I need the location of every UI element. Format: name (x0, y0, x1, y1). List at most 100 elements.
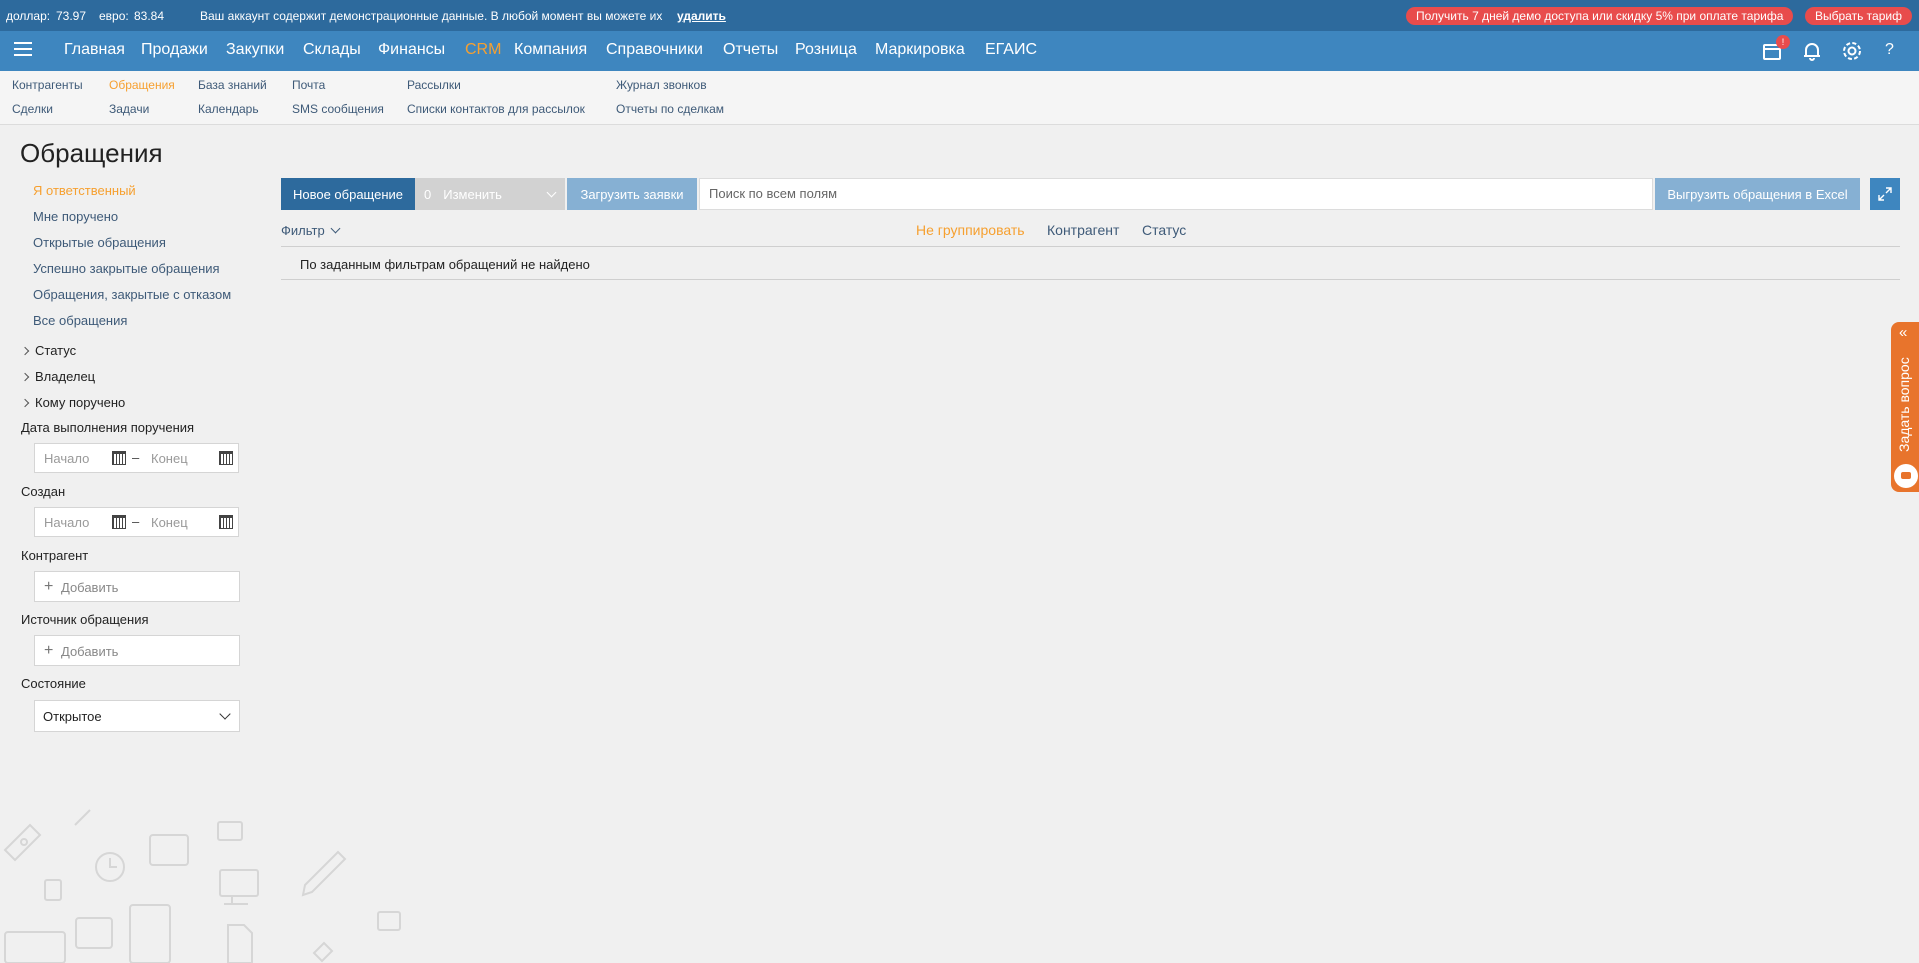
hamburger-menu-icon[interactable] (14, 42, 32, 60)
expand-icon[interactable] (1870, 178, 1900, 210)
nav-item-egais[interactable]: ЕГАИС (985, 41, 1037, 59)
filter-toggle[interactable]: Фильтр (281, 223, 341, 238)
upload-requests-button[interactable]: Загрузить заявки (567, 178, 697, 210)
subnav-mail[interactable]: Почта (292, 78, 325, 92)
group-counterparty-option[interactable]: Контрагент (1047, 222, 1119, 238)
chevron-right-icon (20, 346, 30, 356)
state-select[interactable]: Открытое (34, 700, 240, 732)
created-date-range: Начало – Конец (34, 507, 239, 537)
empty-state-message: По заданным фильтрам обращений не найден… (300, 257, 590, 272)
created-label: Создан (21, 484, 66, 499)
nav-item-marking[interactable]: Маркировка (875, 41, 965, 59)
nav-item-sales[interactable]: Продажи (141, 41, 208, 59)
group-status-label: Статус (35, 343, 77, 358)
subnav-sms[interactable]: SMS сообщения (292, 102, 384, 116)
nav-item-home[interactable]: Главная (64, 41, 125, 59)
plus-icon: + (44, 642, 54, 659)
filter-closed-refusal[interactable]: Обращения, закрытые с отказом (33, 287, 231, 302)
due-date-start-input[interactable]: Начало (44, 451, 89, 466)
range-dash: – (132, 514, 140, 529)
due-date-end-input[interactable]: Конец (151, 451, 188, 466)
nav-item-crm[interactable]: CRM (465, 41, 501, 59)
ask-question-tab[interactable]: « Задать вопрос (1891, 322, 1919, 492)
filter-label: Фильтр (281, 223, 325, 238)
subnav-call-log[interactable]: Журнал звонков (616, 78, 707, 92)
subnav-deal-reports[interactable]: Отчеты по сделкам (616, 102, 724, 116)
group-assignee[interactable]: Кому поручено (20, 395, 126, 410)
group-none-option[interactable]: Не группировать (916, 222, 1025, 238)
filter-closed-success[interactable]: Успешно закрытые обращения (33, 261, 220, 276)
nav-item-company[interactable]: Компания (514, 41, 587, 59)
subnav-mailings[interactable]: Рассылки (407, 78, 461, 92)
selected-count: 0 (424, 186, 432, 202)
created-end-input[interactable]: Конец (151, 515, 188, 530)
counterparty-label: Контрагент (21, 548, 89, 563)
info-bar: доллар: 73.97 евро: 83.84 Ваш аккаунт со… (0, 0, 1919, 31)
calendar-icon[interactable] (112, 515, 126, 529)
calendar-icon[interactable] (219, 515, 233, 529)
nav-item-directories[interactable]: Справочники (606, 41, 703, 59)
promo-button[interactable]: Получить 7 дней демо доступа или скидку … (1406, 7, 1794, 25)
nav-item-purchases[interactable]: Закупки (226, 41, 284, 59)
export-excel-button[interactable]: Выгрузить обращения в Excel (1655, 178, 1860, 210)
nav-item-finance[interactable]: Финансы (378, 41, 445, 59)
edit-dropdown[interactable]: 0 Изменить (415, 178, 565, 210)
subnav-requests[interactable]: Обращения (109, 78, 175, 92)
filter-i-responsible[interactable]: Я ответственный (33, 183, 136, 198)
subnav-tasks[interactable]: Задачи (109, 102, 149, 116)
cart-icon[interactable]: ! (1760, 35, 1790, 63)
filter-open-requests[interactable]: Открытые обращения (33, 235, 166, 250)
created-start-input[interactable]: Начало (44, 515, 89, 530)
chevron-right-icon (20, 372, 30, 382)
filter-all-requests[interactable]: Все обращения (33, 313, 127, 328)
nav-item-retail[interactable]: Розница (795, 41, 857, 59)
double-chevron-icon: « (1899, 324, 1908, 341)
subnav-contact-lists[interactable]: Списки контактов для рассылок (407, 102, 585, 116)
group-assignee-label: Кому поручено (35, 395, 126, 410)
choose-tariff-button[interactable]: Выбрать тариф (1805, 7, 1912, 25)
eur-label: евро: (99, 9, 129, 23)
state-select-value: Открытое (43, 709, 102, 724)
group-status-option[interactable]: Статус (1142, 222, 1186, 238)
edit-label: Изменить (443, 186, 502, 202)
source-add-field[interactable]: + Добавить (34, 635, 240, 666)
range-dash: – (132, 450, 140, 465)
group-owner[interactable]: Владелец (20, 369, 95, 384)
delete-demo-link[interactable]: удалить (677, 9, 726, 23)
chevron-down-icon (546, 187, 557, 198)
source-add-label: Добавить (61, 644, 119, 659)
new-request-button[interactable]: Новое обращение (281, 178, 415, 210)
bell-icon[interactable] (1800, 39, 1824, 63)
calendar-icon[interactable] (219, 451, 233, 465)
search-input[interactable]: Поиск по всем полям (699, 178, 1653, 210)
filter-assigned-to-me[interactable]: Мне поручено (33, 209, 118, 224)
main-nav: Главная Продажи Закупки Склады Финансы C… (0, 31, 1919, 71)
usd-label: доллар: (6, 9, 51, 23)
plus-icon: + (44, 578, 54, 595)
subnav-deals[interactable]: Сделки (12, 102, 53, 116)
cart-badge: ! (1776, 35, 1790, 49)
page-title: Обращения (20, 138, 163, 168)
chevron-right-icon (20, 398, 30, 408)
sub-nav: Контрагенты Сделки Обращения Задачи База… (0, 71, 1919, 125)
usd-value: 73.97 (56, 9, 87, 23)
counterparty-add-label: Добавить (61, 580, 119, 595)
help-icon[interactable]: ? (1885, 41, 1894, 59)
nav-item-warehouses[interactable]: Склады (303, 41, 361, 59)
subnav-calendar[interactable]: Календарь (198, 102, 259, 116)
due-date-label: Дата выполнения поручения (21, 420, 195, 435)
group-status[interactable]: Статус (20, 343, 77, 358)
calendar-icon[interactable] (112, 451, 126, 465)
decorative-illustration (3, 809, 401, 963)
chevron-down-icon (219, 708, 231, 720)
counterparty-add-field[interactable]: + Добавить (34, 571, 240, 602)
gear-icon[interactable] (1840, 39, 1864, 63)
state-label: Состояние (21, 676, 86, 691)
divider (281, 279, 1900, 280)
subnav-counterparties[interactable]: Контрагенты (12, 78, 83, 92)
subnav-knowledge-base[interactable]: База знаний (198, 78, 267, 92)
chevron-down-icon (330, 223, 341, 234)
divider (281, 246, 1900, 247)
nav-item-reports[interactable]: Отчеты (723, 41, 778, 59)
chat-bubble-icon (1894, 464, 1918, 488)
